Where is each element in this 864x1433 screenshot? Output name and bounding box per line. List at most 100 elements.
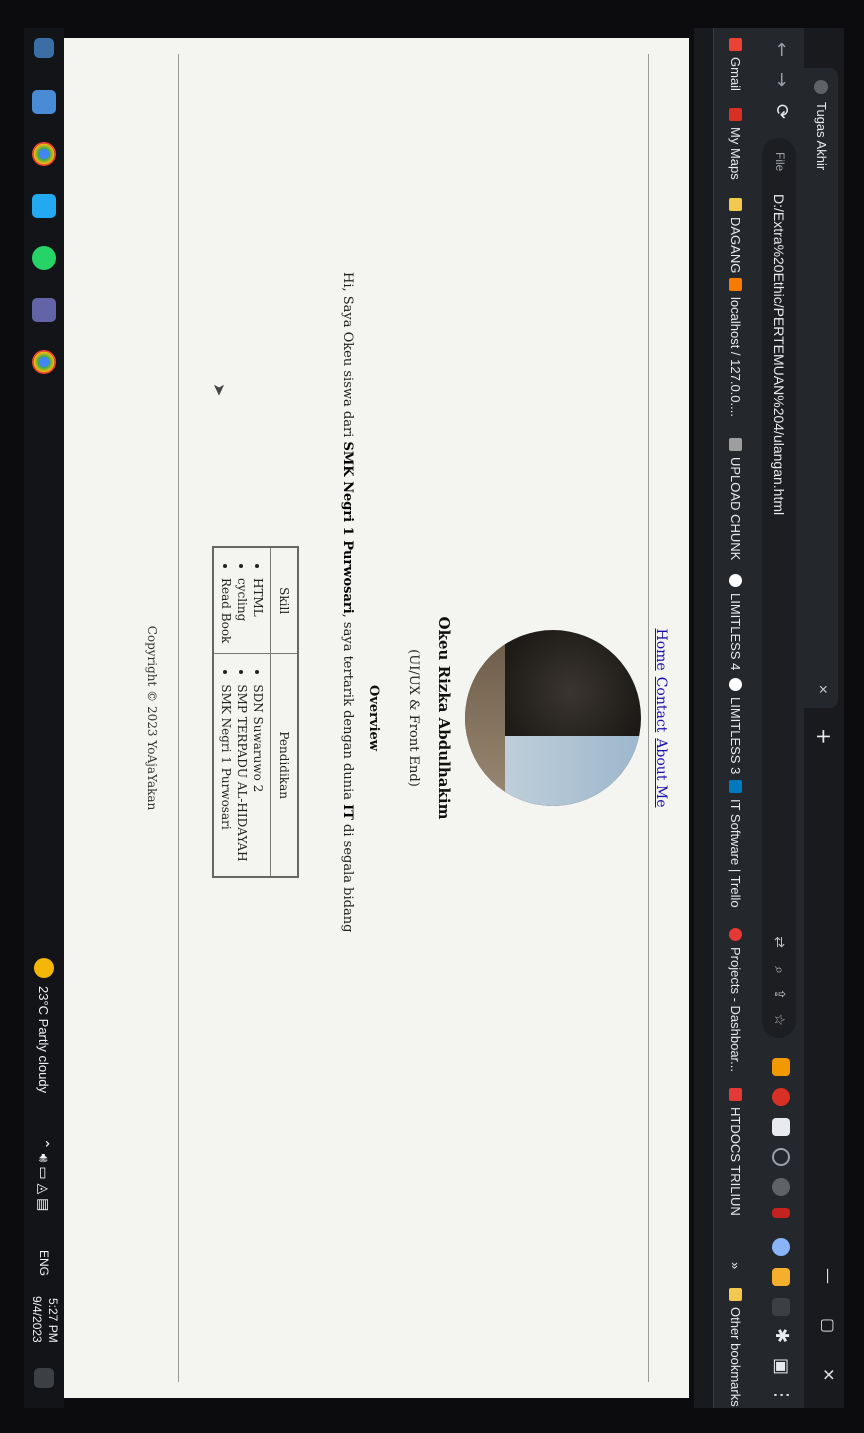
- share-icon[interactable]: ⇪: [771, 988, 788, 1000]
- forward-icon[interactable]: →: [771, 72, 792, 87]
- windows-start-icon[interactable]: [34, 38, 54, 58]
- close-window-button[interactable]: ✕: [819, 1368, 838, 1381]
- list-item: HTML: [250, 578, 266, 647]
- bookmark-item[interactable]: LIMITLESS 3: [728, 678, 743, 774]
- screen: Tugas Akhir × + — ▢ ✕ ← → ⟳ File D:/Extr…: [0, 0, 864, 1433]
- tab-close-icon[interactable]: ×: [813, 685, 831, 694]
- side-panel-icon[interactable]: ▣: [771, 1358, 792, 1375]
- file-explorer-icon[interactable]: [32, 90, 56, 114]
- top-nav: Home Contact About Me: [653, 38, 669, 1398]
- table-row: HTML cycling Read Book SDN Suwaruwo 2 SM…: [213, 547, 271, 877]
- intro-paragraph: Hi, Saya Okeu siswa dari SMK Negri 1 Pur…: [340, 272, 355, 933]
- extension-icon[interactable]: [772, 1268, 790, 1286]
- minimize-button[interactable]: —: [819, 1268, 838, 1284]
- bookmark-item[interactable]: IT Software | Trello: [728, 780, 743, 908]
- folder-icon: [729, 198, 742, 211]
- limitless-icon: [729, 678, 742, 691]
- address-bar[interactable]: File D:/Extra%20Ethic/PERTEMUAN%204/ulan…: [762, 138, 796, 1038]
- extension-icon[interactable]: [772, 1058, 790, 1076]
- skill-education-table: Skill Pendidikan HTML cycling Read Book …: [212, 546, 299, 878]
- skill-cell: HTML cycling Read Book: [213, 547, 271, 654]
- overview-heading: Overview: [366, 685, 381, 751]
- chrome-icon[interactable]: [32, 142, 56, 166]
- extension-icon[interactable]: [772, 1178, 790, 1196]
- copyright-footer: Copyright © 2023 YoAjaYakan: [145, 625, 159, 811]
- bookmark-item[interactable]: DAGANG: [728, 198, 743, 273]
- nav-home-link[interactable]: Home: [653, 628, 669, 670]
- language-indicator[interactable]: ENG: [37, 1250, 51, 1276]
- maps-icon: [729, 108, 742, 121]
- back-icon[interactable]: ←: [771, 42, 792, 57]
- skill-header: Skill: [270, 547, 298, 654]
- bookmark-item[interactable]: localhost / 127.0.0....: [728, 278, 743, 417]
- bookmark-item[interactable]: My Maps: [728, 108, 743, 180]
- gmail-icon: [729, 38, 742, 51]
- education-list: SDN Suwaruwo 2 SMP TERPADU AL-HIDAYAH SM…: [218, 660, 266, 870]
- notification-icon[interactable]: [34, 1368, 54, 1388]
- extension-icon[interactable]: [772, 1148, 790, 1166]
- bookmark-item[interactable]: LIMITLESS 4: [728, 574, 743, 670]
- page-viewport: Home Contact About Me Okeu Rizka Abdulhaki…: [64, 38, 689, 1398]
- nav-about-link[interactable]: About Me: [653, 738, 669, 807]
- tab-strip: Tugas Akhir × + — ▢ ✕: [804, 28, 844, 1408]
- extension-icon[interactable]: [772, 1298, 790, 1316]
- extensions-puzzle-icon[interactable]: ✱: [771, 1328, 792, 1343]
- clock-time[interactable]: 5:27 PM: [46, 1298, 60, 1343]
- weather-status[interactable]: 23°C Partly cloudy: [36, 986, 51, 1093]
- bookmark-item[interactable]: HTDOCS TRILIUN: [728, 1088, 743, 1216]
- list-item: SDN Suwaruwo 2: [250, 684, 266, 870]
- bookmark-item[interactable]: Gmail: [728, 38, 743, 91]
- teams-icon[interactable]: [32, 298, 56, 322]
- bookmarks-bar: Gmail My Maps DAGANG localhost / 127.0.0…: [713, 28, 754, 1408]
- vscode-icon[interactable]: [32, 194, 56, 218]
- bookmark-item[interactable]: UPLOAD CHUNK: [728, 438, 743, 560]
- file-info-label[interactable]: File: [773, 152, 787, 171]
- clock-date[interactable]: 9/4/2023: [30, 1296, 44, 1343]
- weather-icon: [34, 958, 54, 978]
- extension-icon[interactable]: [772, 1238, 790, 1256]
- table-header-row: Skill Pendidikan: [270, 547, 298, 877]
- folder-icon: [729, 1288, 742, 1301]
- upload-icon: [729, 438, 742, 451]
- extension-icon[interactable]: [772, 1088, 790, 1106]
- tray-icons[interactable]: ⌃ 🔊︎ ▭ ◬ ▤: [35, 1138, 52, 1211]
- education-cell: SDN Suwaruwo 2 SMP TERPADU AL-HIDAYAH SM…: [213, 653, 271, 877]
- trello-icon: [729, 780, 742, 793]
- chrome-icon[interactable]: [32, 350, 56, 374]
- profile-photo: [465, 630, 641, 806]
- school-name: SMK Negri 1 Purwosari: [340, 441, 355, 614]
- profile-name: Okeu Rizka Abdulhakim: [435, 616, 453, 820]
- whatsapp-icon[interactable]: [32, 246, 56, 270]
- skill-list: HTML cycling Read Book: [218, 554, 266, 647]
- tab-tugas-akhir[interactable]: Tugas Akhir ×: [804, 68, 838, 708]
- menu-icon[interactable]: ⋮: [771, 1386, 792, 1404]
- list-item: SMP TERPADU AL-HIDAYAH: [234, 684, 250, 870]
- url-text[interactable]: D:/Extra%20Ethic/PERTEMUAN%204/ulangan.h…: [771, 194, 787, 515]
- mouse-cursor-icon: ➤: [210, 383, 229, 397]
- other-bookmarks[interactable]: Other bookmarks: [728, 1288, 743, 1407]
- divider: [648, 54, 649, 1382]
- maximize-button[interactable]: ▢: [819, 1318, 838, 1333]
- taskbar: 23°C Partly cloudy ⌃ 🔊︎ ▭ ◬ ▤ ENG 5:27 P…: [24, 28, 64, 1408]
- phpmyadmin-icon: [729, 278, 742, 291]
- education-header: Pendidikan: [270, 653, 298, 877]
- projects-icon: [729, 928, 742, 941]
- extension-icon[interactable]: [772, 1118, 790, 1136]
- translate-icon[interactable]: ⇄: [771, 936, 788, 948]
- list-item: cycling: [234, 578, 250, 647]
- limitless-icon: [729, 574, 742, 587]
- nav-contact-link[interactable]: Contact: [653, 677, 669, 733]
- htdocs-icon: [729, 1088, 742, 1101]
- toolbar: ← → ⟳ File D:/Extra%20Ethic/PERTEMUAN%20…: [754, 28, 804, 1408]
- divider: [178, 54, 179, 1382]
- star-icon[interactable]: ☆: [771, 1013, 788, 1026]
- bookmarks-overflow-button[interactable]: »: [728, 1262, 743, 1269]
- bookmark-item[interactable]: Projects - Dashboar...: [728, 928, 743, 1072]
- tab-title: Tugas Akhir: [814, 102, 829, 171]
- globe-icon: [814, 80, 828, 94]
- new-tab-button[interactable]: +: [812, 728, 836, 745]
- extension-icon[interactable]: [772, 1208, 790, 1218]
- reload-icon[interactable]: ⟳: [771, 104, 792, 119]
- browser-chrome: Tugas Akhir × + — ▢ ✕ ← → ⟳ File D:/Extr…: [694, 28, 844, 1408]
- zoom-icon[interactable]: ⌕: [771, 966, 788, 974]
